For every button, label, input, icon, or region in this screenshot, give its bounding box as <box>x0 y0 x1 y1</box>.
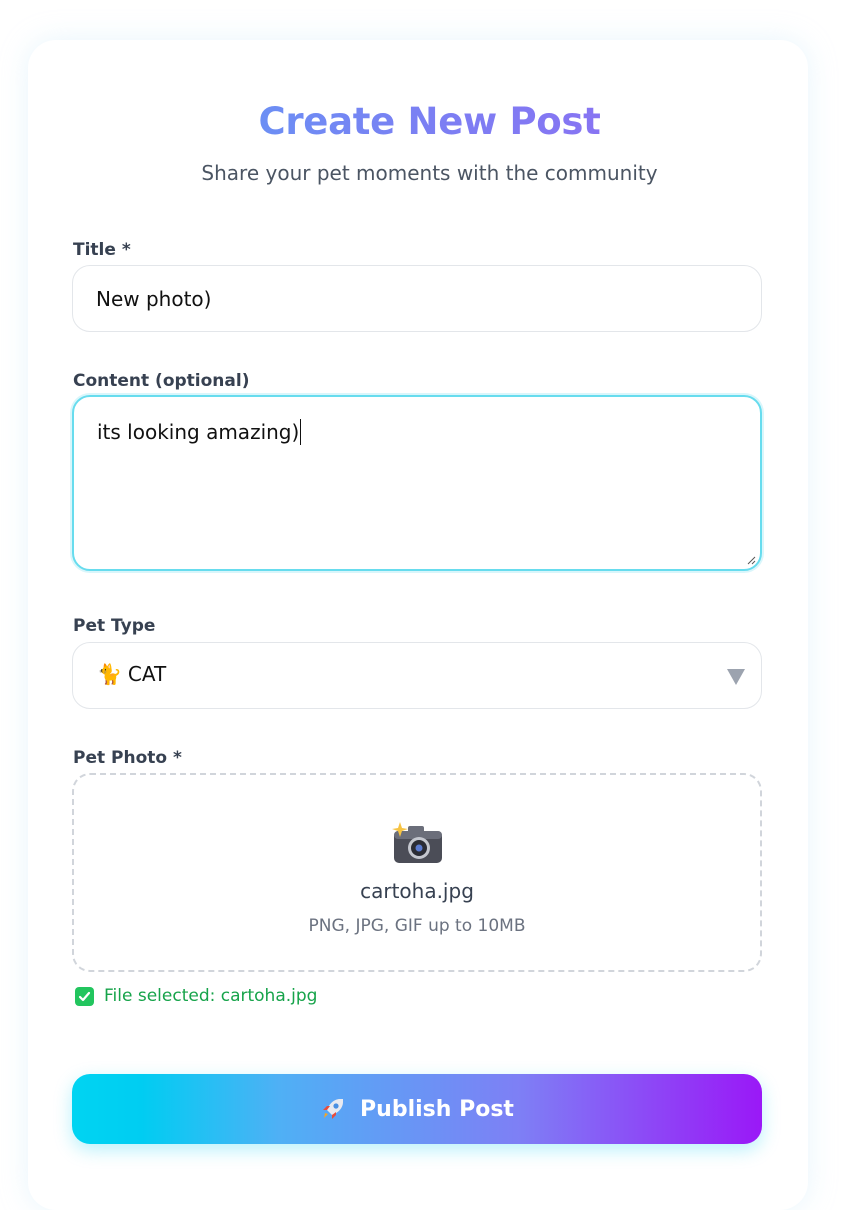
title-input-value: New photo) <box>96 287 212 311</box>
pet-type-value: CAT <box>127 662 167 686</box>
pet-type-selected: 🐈 CAT <box>97 662 166 686</box>
selected-filename: cartoha.jpg <box>360 879 474 903</box>
chevron-down-icon <box>727 669 745 685</box>
photo-dropzone[interactable]: cartoha.jpg PNG, JPG, GIF up to 10MB <box>72 773 762 972</box>
page-subtitle: Share your pet moments with the communit… <box>201 161 658 185</box>
publish-post-button[interactable]: Publish Post <box>72 1074 762 1144</box>
content-text: its looking amazing) <box>97 420 300 444</box>
title-input[interactable]: New photo) <box>72 265 762 332</box>
pet-photo-label: Pet Photo * <box>73 748 182 768</box>
rocket-icon <box>323 1099 344 1119</box>
pet-type-select[interactable]: 🐈 CAT <box>72 642 762 709</box>
file-status: File selected: cartoha.jpg <box>75 986 317 1006</box>
content-label: Content (optional) <box>73 371 250 391</box>
pet-type-label: Pet Type <box>73 616 156 636</box>
check-icon <box>75 986 94 1006</box>
publish-label: Publish Post <box>360 1096 514 1122</box>
text-caret <box>300 419 302 445</box>
upload-hint: PNG, JPG, GIF up to 10MB <box>308 916 526 936</box>
page-title: Create New Post <box>0 100 859 143</box>
camera-icon <box>392 822 442 863</box>
content-textarea-value: its looking amazing) <box>97 419 302 445</box>
cat-icon: 🐈 <box>97 662 122 686</box>
title-label: Title * <box>73 240 131 260</box>
resize-grip-icon[interactable] <box>746 555 756 565</box>
content-textarea[interactable]: its looking amazing) <box>72 395 762 571</box>
file-status-text: File selected: cartoha.jpg <box>104 986 318 1006</box>
